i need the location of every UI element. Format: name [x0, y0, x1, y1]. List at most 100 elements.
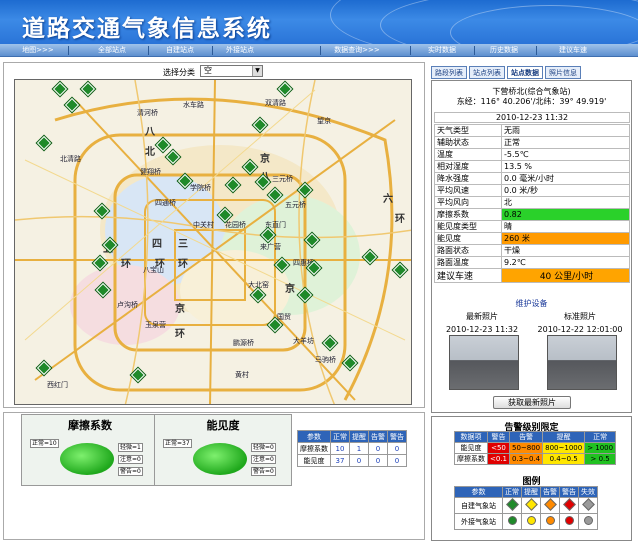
table-row: 辅助状态 正常 — [434, 136, 630, 149]
map-label: 鹏源桥 — [233, 339, 254, 347]
suggested-speed-value: 40 公里/小时 — [501, 268, 630, 283]
main-nav: 地图>>> 全部站点 自建站点 外接站点 数据查询>>> 实时数据 历史数据 建… — [0, 44, 638, 57]
station-time: 2010-12-23 11:32 — [434, 112, 630, 123]
map-label: 环 — [395, 214, 405, 225]
param-label: 能见度类型 — [434, 220, 502, 233]
table-header: 参数 — [454, 486, 503, 498]
map-label: 马驹桥 — [315, 356, 336, 364]
gauge-tag: 注意=0 — [251, 455, 276, 464]
standard-photo-time: 2010-12-22 12:01:00 — [537, 325, 623, 334]
category-select-value: 空 — [204, 66, 212, 75]
map-label: 健翔桥 — [140, 168, 161, 176]
tab-station-list[interactable]: 站点列表 — [469, 66, 505, 79]
table-cell[interactable]: 0 — [349, 454, 369, 467]
road-map[interactable]: 八 北 京 八 六 环 四 三 环 环 环 五 京 环 京 清河桥 水车路 双清… — [14, 79, 412, 405]
param-value: 晴 — [501, 220, 630, 233]
param-label: 平均风向 — [434, 196, 502, 209]
map-label: 望京 — [317, 117, 331, 125]
param-value: 干燥 — [501, 244, 630, 257]
param-label: 平均风速 — [434, 184, 502, 197]
nav-data-query[interactable]: 数据查询>>> — [322, 45, 392, 56]
param-value: 0.0 米/秒 — [501, 184, 630, 197]
category-select[interactable]: 空 ▼ — [200, 65, 263, 77]
map-label: 五元桥 — [285, 201, 306, 209]
table-cell[interactable]: 0 — [387, 442, 407, 455]
nav-map[interactable]: 地图>>> — [8, 45, 68, 56]
table-cell: 0.3~0.4 — [508, 453, 544, 465]
latest-photo-label: 最新照片 — [466, 312, 498, 321]
table-cell[interactable]: 0 — [368, 442, 388, 455]
map-label: 环 — [178, 259, 188, 270]
map-label: 八 — [145, 127, 155, 138]
alert-levels-table: 数据项 警告 告警 提醒 正常 能见度 <50 50~800 800~1000 … — [454, 431, 617, 465]
tab-station-data[interactable]: 站点数据 — [507, 66, 543, 79]
visibility-pie — [193, 443, 247, 475]
table-cell[interactable]: 1 — [349, 442, 369, 455]
table-cell[interactable]: 0 — [387, 454, 407, 467]
get-latest-photo-button[interactable]: 获取最新照片 — [493, 396, 571, 409]
gauge-tag: 正常=10 — [30, 439, 59, 448]
map-label: 中关村 — [193, 221, 214, 229]
reminder-station-icon — [524, 514, 538, 527]
map-label: 水车路 — [183, 101, 204, 109]
table-header: 警告 — [559, 486, 579, 498]
table-cell[interactable]: 10 — [330, 442, 350, 455]
nav-own-stations[interactable]: 自建站点 — [150, 45, 210, 56]
map-label: 来广营 — [260, 243, 281, 251]
param-label: 辅助状态 — [434, 136, 502, 149]
map-label: 四通桥 — [155, 199, 176, 207]
table-cell: 自建气象站 — [454, 497, 503, 514]
table-header: 正常 — [502, 486, 522, 498]
table-cell[interactable]: 37 — [330, 454, 350, 467]
table-cell: <0.1 — [487, 453, 510, 465]
latest-photo[interactable] — [449, 335, 519, 390]
table-header: 警告 — [487, 431, 510, 443]
tab-photo-info[interactable]: 照片信息 — [545, 66, 581, 79]
map-roads — [15, 80, 411, 404]
nav-history-data[interactable]: 历史数据 — [476, 45, 532, 56]
filter-label: 选择分类 — [163, 68, 195, 77]
standard-photo-label: 标准照片 — [564, 312, 596, 321]
map-label: 国贸 — [277, 313, 291, 321]
nav-suggested-speed[interactable]: 建议车速 — [540, 45, 606, 56]
nav-external-stations[interactable]: 外接站点 — [210, 45, 270, 56]
table-cell: > 0.5 — [584, 453, 617, 465]
table-cell: 50~800 — [508, 442, 544, 454]
nav-all-stations[interactable]: 全部站点 — [82, 45, 142, 56]
table-header: 提醒 — [349, 430, 369, 443]
map-label: 大羊坊 — [293, 337, 314, 345]
table-row: 能见度 260 米 — [434, 232, 630, 245]
map-label: 京 — [175, 304, 185, 315]
table-header: 正常 — [330, 430, 350, 443]
standard-photo[interactable] — [547, 335, 617, 390]
param-label: 摩擦系数 — [434, 208, 502, 221]
param-label: 天气类型 — [434, 124, 502, 137]
nav-realtime-data[interactable]: 实时数据 — [414, 45, 470, 56]
table-cell[interactable]: 0 — [368, 454, 388, 467]
map-label: 玉泉营 — [145, 321, 166, 329]
map-label: 环 — [121, 259, 131, 270]
table-row: 平均风向北 — [434, 196, 630, 209]
table-header: 告警 — [540, 486, 560, 498]
table-row: 路面温度 9.2℃ — [434, 256, 630, 269]
gauge-tag: 正常=37 — [163, 439, 192, 448]
friction-gauge: 摩擦系数 正常=10 轻微=1 注意=0 警告=0 — [21, 414, 159, 486]
table-row: 外接气象站 — [454, 513, 598, 530]
chevron-down-icon[interactable]: ▼ — [252, 66, 262, 76]
table-row: 平均风速 0.0 米/秒 — [434, 184, 630, 197]
param-value: 0.0 毫米/小时 — [501, 172, 630, 185]
table-cell: 外接气象站 — [454, 513, 503, 530]
maintenance-link[interactable]: 维护设备 — [431, 298, 632, 309]
table-header: 正常 — [584, 431, 617, 443]
map-label: 三 — [178, 239, 188, 250]
tab-road-list[interactable]: 路段列表 — [431, 66, 467, 79]
table-header: 失效 — [578, 486, 598, 498]
map-label: 三元桥 — [272, 175, 293, 183]
table-row: 温度 -5.5℃ — [434, 148, 630, 161]
table-row: 摩擦系数 10 1 0 0 — [297, 442, 407, 455]
param-label: 路面温度 — [434, 256, 502, 269]
map-label: 京 — [285, 284, 295, 295]
map-label: 八宝山 — [143, 266, 164, 274]
table-cell: 800~1000 — [542, 442, 586, 454]
table-header: 参数 — [297, 430, 331, 443]
